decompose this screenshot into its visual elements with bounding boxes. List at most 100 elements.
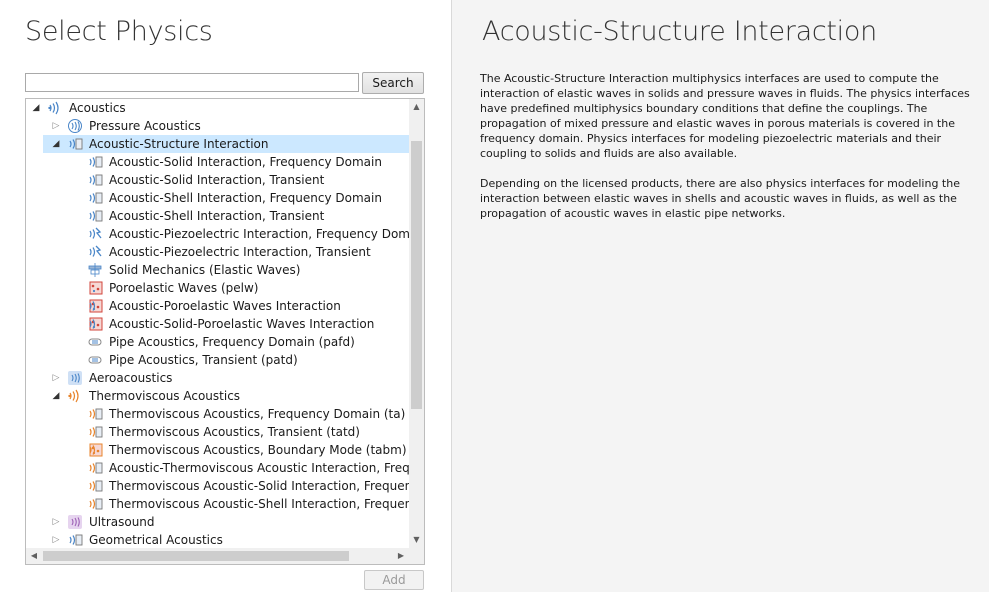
thermoviscous-acoustics-icon xyxy=(67,388,83,404)
thermoviscous-transient-icon xyxy=(87,424,103,440)
search-button[interactable]: Search xyxy=(362,72,424,94)
tree-item-label: Pipe Acoustics, Frequency Domain (pafd) xyxy=(109,335,355,349)
tree-item-label: Acoustic-Thermoviscous Acoustic Interact… xyxy=(109,461,409,475)
tree-item[interactable]: Thermoviscous Acoustics, Frequency Domai… xyxy=(26,405,409,423)
pipe-acoustics-transient-icon xyxy=(87,352,103,368)
acoustic-piezoelectric-transient-icon xyxy=(87,244,103,260)
aeroacoustics-icon xyxy=(67,370,83,386)
tree-item-label: Acoustic-Solid-Poroelastic Waves Interac… xyxy=(109,317,375,331)
description-text: The Acoustic-Structure Interaction multi… xyxy=(480,71,970,236)
scroll-down-icon[interactable]: ▼ xyxy=(409,532,424,548)
tree-item[interactable]: Thermoviscous Acoustics, Boundary Mode (… xyxy=(26,441,409,459)
pipe-acoustics-icon xyxy=(87,334,103,350)
tree-item[interactable]: Poroelastic Waves (pelw) xyxy=(26,279,409,297)
tree-item-label: Acoustic-Shell Interaction, Frequency Do… xyxy=(109,191,382,205)
tree-item-label: Acoustic-Solid Interaction, Transient xyxy=(109,173,325,187)
tree-item-label: Acoustic-Solid Interaction, Frequency Do… xyxy=(109,155,382,169)
thermoviscous-boundary-icon xyxy=(87,442,103,458)
collapse-arrow-icon[interactable]: ◢ xyxy=(30,99,42,117)
tree-item[interactable]: Acoustic-Thermoviscous Acoustic Interact… xyxy=(26,459,409,477)
tree-item-label: Solid Mechanics (Elastic Waves) xyxy=(109,263,301,277)
scroll-up-icon[interactable]: ▲ xyxy=(409,99,424,115)
tree-item-label: Pressure Acoustics xyxy=(89,119,201,133)
tree-rows: ◢ Acoustics ▷ Pressure Acoustics ◢ Acoustic-S… xyxy=(26,99,409,548)
tree-item[interactable]: ▷ Pressure Acoustics xyxy=(26,117,409,135)
acoustic-solid-transient-icon xyxy=(87,172,103,188)
tree-item-label: Thermoviscous Acoustic-Shell Interaction… xyxy=(109,497,409,511)
tree-item[interactable]: Pipe Acoustics, Transient (patd) xyxy=(26,351,409,369)
page-title: Select Physics xyxy=(25,16,213,47)
tree-item-label: Thermoviscous Acoustic-Solid Interaction… xyxy=(109,479,409,493)
poroelastic-waves-icon xyxy=(87,280,103,296)
description-paragraph: The Acoustic-Structure Interaction multi… xyxy=(480,72,970,160)
tree-item[interactable]: Solid Mechanics (Elastic Waves) xyxy=(26,261,409,279)
thermoviscous-frequency-icon xyxy=(87,406,103,422)
tree-item[interactable]: Acoustic-Shell Interaction, Transient xyxy=(26,207,409,225)
tree-item[interactable]: ▷ Ultrasound xyxy=(26,513,409,531)
acoustics-icon xyxy=(47,100,63,116)
tree-item-label: Thermoviscous Acoustics, Transient (tatd… xyxy=(109,425,360,439)
horizontal-scrollbar[interactable]: ◀ ▶ xyxy=(26,548,409,564)
tree-item[interactable]: Acoustic-Solid-Poroelastic Waves Interac… xyxy=(26,315,409,333)
tree-item-label: Ultrasound xyxy=(89,515,155,529)
tree-item[interactable]: Thermoviscous Acoustics, Transient (tatd… xyxy=(26,423,409,441)
acoustic-thermoviscous-icon xyxy=(87,460,103,476)
geometrical-acoustics-icon xyxy=(67,532,83,548)
expand-arrow-icon[interactable]: ▷ xyxy=(50,117,62,135)
tree-item[interactable]: ▷ Aeroacoustics xyxy=(26,369,409,387)
ultrasound-icon xyxy=(67,514,83,530)
tree-item[interactable]: Pipe Acoustics, Frequency Domain (pafd) xyxy=(26,333,409,351)
acoustic-solid-icon xyxy=(87,154,103,170)
acoustic-shell-icon xyxy=(87,190,103,206)
solid-mechanics-icon xyxy=(87,262,103,278)
tree-item[interactable]: Acoustic-Solid Interaction, Frequency Do… xyxy=(26,153,409,171)
search-input[interactable] xyxy=(25,73,359,92)
thermoviscous-solid-icon xyxy=(87,478,103,494)
tree-item-label: Thermoviscous Acoustics, Boundary Mode (… xyxy=(109,443,407,457)
expand-arrow-icon[interactable]: ▷ xyxy=(50,513,62,531)
description-pane: Acoustic-Structure Interaction The Acous… xyxy=(452,0,989,592)
tree-item[interactable]: Acoustic-Piezoelectric Interaction, Freq… xyxy=(26,225,409,243)
tree-item[interactable]: ◢ Acoustic-Structure Interaction xyxy=(26,135,409,153)
tree-item-label: Poroelastic Waves (pelw) xyxy=(109,281,259,295)
tree-item-label: Acoustic-Poroelastic Waves Interaction xyxy=(109,299,341,313)
scrollbar-corner xyxy=(409,548,424,564)
tree-item[interactable]: Acoustic-Solid Interaction, Transient xyxy=(26,171,409,189)
tree-item[interactable]: ◢ Acoustics xyxy=(26,99,409,117)
tree-item[interactable]: Acoustic-Piezoelectric Interaction, Tran… xyxy=(26,243,409,261)
thermoviscous-shell-icon xyxy=(87,496,103,512)
tree-item[interactable]: Thermoviscous Acoustic-Shell Interaction… xyxy=(26,495,409,513)
tree-item-label: Thermoviscous Acoustics xyxy=(89,389,241,403)
tree-item-label: Thermoviscous Acoustics, Frequency Domai… xyxy=(109,407,406,421)
tree-item[interactable]: ▷ Geometrical Acoustics xyxy=(26,531,409,548)
vertical-scroll-thumb[interactable] xyxy=(411,141,422,409)
tree-item[interactable]: Acoustic-Shell Interaction, Frequency Do… xyxy=(26,189,409,207)
scroll-left-icon[interactable]: ◀ xyxy=(26,548,42,564)
acoustic-shell-transient-icon xyxy=(87,208,103,224)
tree-item[interactable]: Thermoviscous Acoustic-Solid Interaction… xyxy=(26,477,409,495)
expand-arrow-icon[interactable]: ▷ xyxy=(50,369,62,387)
expand-arrow-icon[interactable]: ▷ xyxy=(50,531,62,548)
scroll-right-icon[interactable]: ▶ xyxy=(393,548,409,564)
collapse-arrow-icon[interactable]: ◢ xyxy=(50,387,62,405)
tree-item-label: Aeroacoustics xyxy=(89,371,173,385)
acoustic-structure-icon xyxy=(67,136,83,152)
tree-item-label: Acoustic-Structure Interaction xyxy=(89,137,269,151)
collapse-arrow-icon[interactable]: ◢ xyxy=(50,135,62,153)
select-physics-pane: Select Physics Search ◢ Acoustics ▷ Pressur… xyxy=(0,0,452,592)
add-button[interactable]: Add xyxy=(364,570,424,590)
tree-item-label: Pipe Acoustics, Transient (patd) xyxy=(109,353,298,367)
description-title: Acoustic-Structure Interaction xyxy=(482,16,877,47)
description-paragraph: Depending on the licensed products, ther… xyxy=(480,177,960,220)
tree-item[interactable]: Acoustic-Poroelastic Waves Interaction xyxy=(26,297,409,315)
acoustic-piezoelectric-icon xyxy=(87,226,103,242)
tree-item-label: Acoustic-Piezoelectric Interaction, Freq… xyxy=(109,227,409,241)
physics-tree[interactable]: ◢ Acoustics ▷ Pressure Acoustics ◢ Acoustic-S… xyxy=(25,98,425,565)
vertical-scrollbar[interactable]: ▲ ▼ xyxy=(409,99,424,548)
tree-item-label: Acoustic-Piezoelectric Interaction, Tran… xyxy=(109,245,371,259)
horizontal-scroll-thumb[interactable] xyxy=(43,551,349,561)
tree-item[interactable]: ◢ Thermoviscous Acoustics xyxy=(26,387,409,405)
tree-item-label: Acoustics xyxy=(69,101,126,115)
acoustic-solid-poroelastic-icon xyxy=(87,316,103,332)
tree-item-label: Acoustic-Shell Interaction, Transient xyxy=(109,209,325,223)
